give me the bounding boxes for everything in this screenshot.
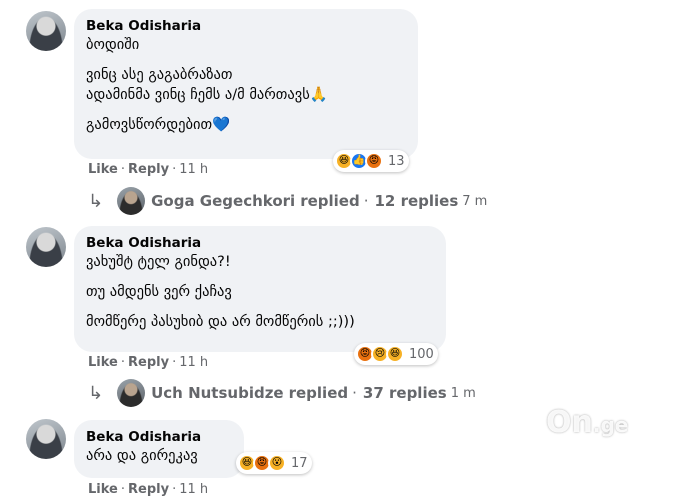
comment-text: გამოვსწორდებით💙 bbox=[86, 117, 231, 133]
like-button[interactable]: Like bbox=[88, 162, 118, 177]
reply-time: 1 m bbox=[450, 385, 476, 401]
avatar[interactable] bbox=[26, 227, 66, 267]
comment-author[interactable]: Beka Odisharia bbox=[86, 234, 434, 252]
reaction-count: 100 bbox=[409, 346, 434, 362]
replies-count[interactable]: 12 replies bbox=[374, 192, 458, 210]
haha-icon: 😆 bbox=[386, 345, 404, 363]
comment-actions: Like · Reply · 11 h bbox=[88, 162, 209, 177]
comment-actions: Like · Reply · 11 h bbox=[88, 482, 209, 497]
comment-time[interactable]: 11 h bbox=[179, 355, 208, 370]
comment-text: ვახუშტ ტელ გინდა?! bbox=[86, 254, 231, 270]
replies-link[interactable]: ↳ Goga Gegechkori replied · 12 replies 7… bbox=[88, 187, 487, 215]
reply-button[interactable]: Reply bbox=[128, 355, 169, 370]
wow-icon: 😮 bbox=[268, 454, 286, 472]
avatar[interactable] bbox=[26, 11, 66, 51]
like-button[interactable]: Like bbox=[88, 355, 118, 370]
avatar bbox=[117, 187, 146, 215]
comment-bubble: Beka Odisharia ბოდიში ვინც ასე გაგაბრაზა… bbox=[74, 9, 418, 159]
comment-text: ადამინმა ვინც ჩემს ა/მ მართავს🙏 bbox=[86, 87, 328, 103]
reply-button[interactable]: Reply bbox=[128, 162, 169, 177]
reactions-summary[interactable]: 😆 👍 😡 13 bbox=[333, 150, 409, 172]
comment-text: მომწერე პასუხიბ და არ მომწერის ;;))) bbox=[86, 314, 355, 330]
comment-bubble: Beka Odisharia არა და გირეკავ bbox=[74, 420, 244, 478]
reaction-count: 17 bbox=[291, 455, 308, 471]
comment-text: თუ ამდენს ვერ ქაჩავ bbox=[86, 284, 232, 300]
comment-author[interactable]: Beka Odisharia bbox=[86, 428, 232, 446]
reactions-summary[interactable]: 😆 😡 😮 17 bbox=[236, 452, 312, 474]
replies-count[interactable]: 37 replies bbox=[363, 384, 447, 402]
angry-icon: 😡 bbox=[365, 152, 383, 170]
reaction-count: 13 bbox=[388, 153, 405, 169]
replier-name[interactable]: Uch Nutsubidze bbox=[151, 384, 284, 402]
replies-link[interactable]: ↳ Uch Nutsubidze replied · 37 replies 1 … bbox=[88, 379, 476, 407]
reply-time: 7 m bbox=[462, 193, 488, 209]
comment-time[interactable]: 11 h bbox=[179, 162, 208, 177]
avatar bbox=[117, 379, 146, 407]
comment-text: არა და გირეკავ bbox=[86, 448, 198, 464]
comment-text: ბოდიში bbox=[86, 37, 140, 53]
reactions-summary[interactable]: 😡 😢 😆 100 bbox=[354, 343, 438, 365]
comment-text: ვინც ასე გაგაბრაზათ bbox=[86, 67, 233, 83]
watermark-suffix: .ge bbox=[592, 413, 629, 437]
comment-author[interactable]: Beka Odisharia bbox=[86, 17, 406, 35]
watermark-logo: On.ge bbox=[546, 405, 628, 440]
watermark-main: On bbox=[546, 405, 593, 440]
comment-actions: Like · Reply · 11 h bbox=[88, 355, 209, 370]
comment-time[interactable]: 11 h bbox=[179, 482, 208, 497]
replied-label: replied bbox=[288, 384, 349, 402]
reply-button[interactable]: Reply bbox=[128, 482, 169, 497]
reply-arrow-icon: ↳ bbox=[88, 382, 104, 404]
replier-name[interactable]: Goga Gegechkori bbox=[151, 192, 295, 210]
comment-bubble: Beka Odisharia ვახუშტ ტელ გინდა?! თუ ამდ… bbox=[74, 226, 446, 352]
like-button[interactable]: Like bbox=[88, 482, 118, 497]
avatar[interactable] bbox=[26, 419, 66, 459]
reply-arrow-icon: ↳ bbox=[88, 190, 104, 212]
replied-label: replied bbox=[300, 192, 360, 210]
